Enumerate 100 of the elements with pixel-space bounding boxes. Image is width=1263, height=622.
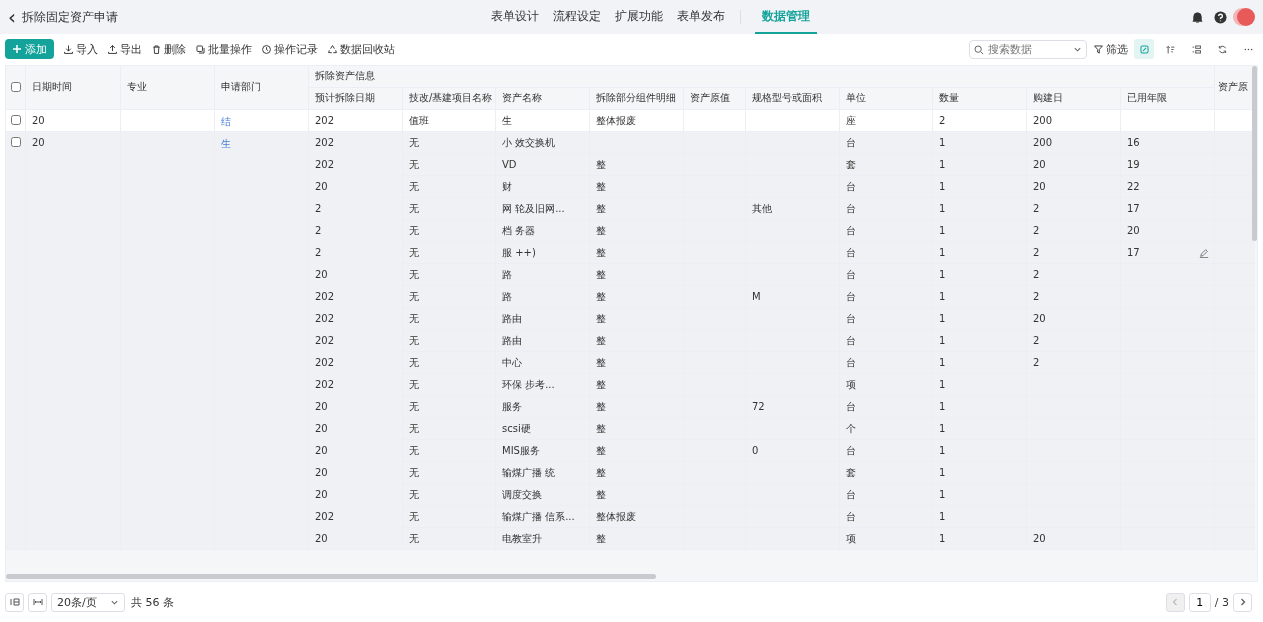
table-cell-text: 无 [408,355,420,370]
table-cell-text: 2 [1032,246,1041,261]
table-cell-text: 项 [845,531,857,546]
table-cell-text: 整 [595,355,607,370]
nav-tab[interactable]: 表单发布 [670,0,732,34]
table-cell-text: 20 [1032,312,1047,327]
nav-tab[interactable]: 扩展功能 [608,0,670,34]
table-cell-text: 台 [845,267,857,282]
table-cell-text: 1 [938,334,947,349]
table-cell-text: 1 [938,268,947,283]
table-cell-text: MIS服务 [501,443,541,458]
nav-tab[interactable]: 流程设定 [546,0,608,34]
help-icon[interactable] [1214,10,1227,24]
table-cell-text: 台 [845,443,857,458]
table-cell-text: 1 [938,356,947,371]
table-cell-text: 无 [408,135,420,150]
table-cell-text: 路 [501,267,513,282]
bell-icon[interactable] [1191,10,1204,24]
import-button[interactable]: 导入 [63,41,98,57]
table-cell-text: 1 [938,180,947,195]
horizontal-scrollbar[interactable] [6,574,656,580]
table-cell-text: 输煤广播 统 [501,465,557,480]
table-cell-text: 无 [408,267,420,282]
table-cell-text: 202 [314,334,336,349]
table-cell-text: 2 [1032,290,1041,305]
table-cell-text: 1 [938,400,947,415]
table-cell-text: 20 [314,532,329,547]
table-cell-text: 无 [408,421,420,436]
column-header: 资产原 [1218,80,1248,95]
table-cell-text: 台 [845,289,857,304]
previous-page-button[interactable] [1165,592,1185,612]
batch-button[interactable]: 批量操作 [195,41,252,57]
group-icon [1190,43,1202,55]
search-field[interactable]: 搜索数据 [969,39,1087,59]
table-cell-text: 1 [938,246,947,261]
row-checkbox[interactable] [11,136,21,147]
table-cell-text: 整 [595,465,607,480]
table-cell-text: 1 [938,444,947,459]
department-link[interactable]: 生 [221,136,231,151]
table-cell-text: 无 [408,465,420,480]
vertical-scrollbar[interactable] [1252,65,1257,241]
pencil-icon[interactable] [1199,247,1209,258]
next-page-button[interactable] [1233,592,1252,612]
freeze-column-button[interactable] [5,592,24,612]
table-cell-text: 台 [845,201,857,216]
table-cell-text: 套 [845,157,857,172]
table-cell-text: 套 [845,465,857,480]
table-cell-text: 20 [314,180,329,195]
table-cell-text: 项 [845,377,857,392]
table-cell: 17 [1127,247,1140,259]
recycle-icon [327,43,338,55]
page-size-select[interactable]: 20条/页 [51,592,125,612]
table-cell-text: 0 [751,444,760,459]
table-cell-text: 无 [408,201,420,216]
log-button[interactable]: 操作记录 [261,41,318,57]
table-cell-text: 20 [314,268,329,283]
column-header: 数量 [939,91,959,106]
table-cell-text: 小 效交换机 [501,135,557,150]
table-cell-text: 20 [314,466,329,481]
fit-width-button[interactable] [28,592,47,612]
select-all-checkbox[interactable] [10,82,21,93]
table-cell-text: 无 [408,157,420,172]
table-cell-text: 20 [314,444,329,459]
clock-icon [261,43,272,55]
table-cell-text: 服 ++) [501,245,537,260]
table-cell-text: 无 [408,311,420,326]
table-cell-text: 台 [845,355,857,370]
table-cell-text: 无 [408,223,420,238]
back-button[interactable]: ‹ [8,7,16,27]
department-link[interactable]: 结 [221,114,231,129]
column-header: 资产名称 [502,91,542,106]
export-button[interactable]: 导出 [107,41,142,57]
table-cell-text: 无 [408,509,420,524]
card-view-button[interactable] [1134,39,1154,60]
table-cell-text: 台 [845,245,857,260]
table-cell-text: 路由 [501,333,523,348]
table-cell-text: 2 [314,224,323,239]
delete-button[interactable]: 删除 [151,41,186,57]
table-cell-text: 无 [408,531,420,546]
table-cell-text: 16 [1126,136,1141,151]
column-header: 申请部门 [221,80,261,95]
table-cell-text: 输煤广播 信系... [501,509,576,524]
table-cell-text: 路 [501,289,513,304]
filter-button[interactable]: 筛选 [1093,41,1128,57]
card-icon [1138,43,1150,55]
page-input[interactable]: 1 [1188,592,1211,612]
avatar[interactable] [1237,8,1255,26]
column-header: 规格型号或面积 [752,91,822,106]
column-header: 单位 [846,91,866,106]
table-cell-text: 路由 [501,311,523,326]
table-cell-text: 17 [1126,202,1141,217]
nav-tab[interactable]: 表单设计 [484,0,546,34]
recycle-button[interactable]: 数据回收站 [327,41,395,57]
table-cell-text: 整体报废 [595,509,637,524]
columns-icon [9,597,20,608]
table-cell-text: 个 [845,421,857,436]
table-cell-text: 台 [845,487,857,502]
sort-icon [1164,43,1176,55]
row-checkbox[interactable] [11,114,21,125]
table-cell-text: 整 [595,179,607,194]
